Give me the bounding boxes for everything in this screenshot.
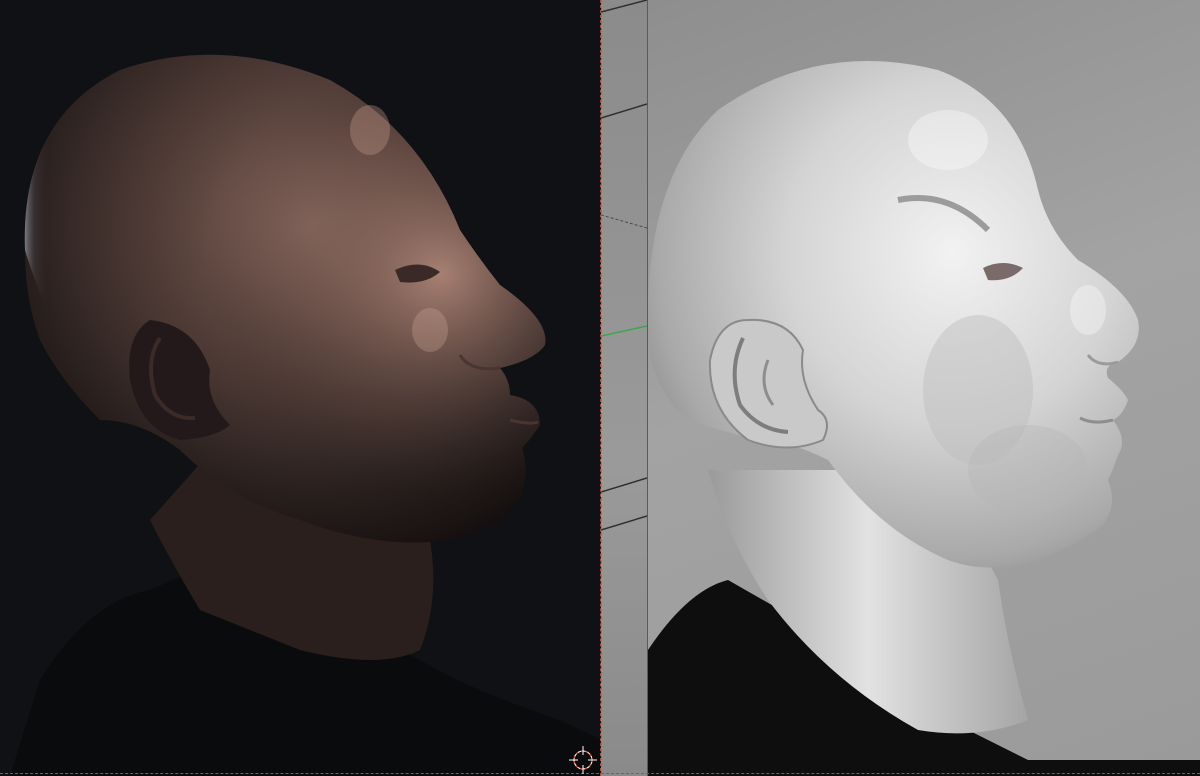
sculpt-viewport-panel[interactable] [647,0,1200,776]
viewport-grid-strip[interactable] [601,0,647,776]
grid-lines [601,0,647,776]
render-preview-panel[interactable] [0,0,601,776]
app-window [0,0,1200,776]
3d-cursor-icon[interactable] [568,745,598,775]
render-border-guide [0,773,1200,774]
rendered-head-image [0,0,600,776]
clay-head-model [648,61,1200,776]
